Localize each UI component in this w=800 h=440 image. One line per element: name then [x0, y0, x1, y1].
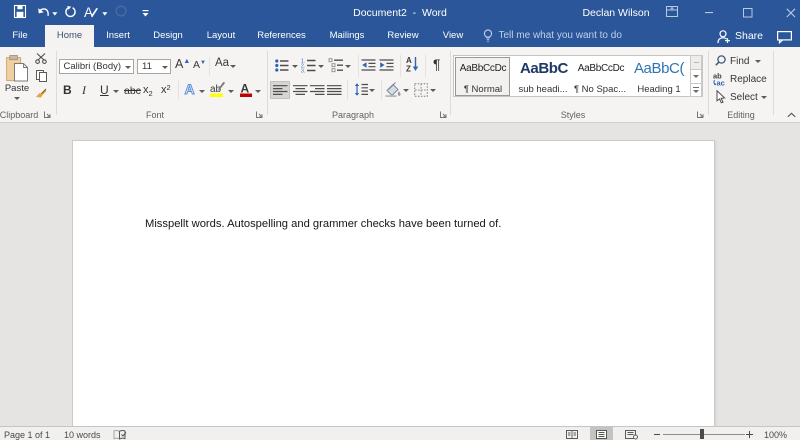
svg-text:3.: 3. [301, 69, 305, 75]
svg-text:A: A [185, 81, 195, 97]
svg-text:ab: ab [210, 84, 222, 95]
svg-text:ac: ac [717, 79, 725, 88]
svg-text:Z: Z [406, 65, 411, 74]
svg-text:A: A [241, 82, 250, 96]
svg-text:A: A [84, 5, 93, 20]
